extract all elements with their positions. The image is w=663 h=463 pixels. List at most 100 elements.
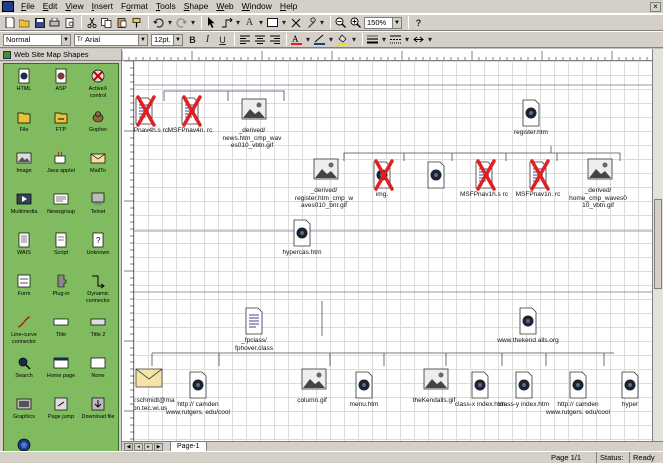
sitemap-node[interactable]: http:// camden www.rutgers. edu/cool <box>166 371 230 416</box>
italic-button[interactable]: I <box>201 33 214 46</box>
stencil-shape[interactable]: Line-curve connector <box>6 314 42 345</box>
rectangle-tool-icon[interactable] <box>266 16 279 29</box>
drawing-canvas[interactable]: MSFPnav4h.s rcMSFPnav4n. rc_derived/ new… <box>134 61 652 441</box>
chevron-down-icon[interactable]: ▼ <box>138 34 147 45</box>
open-folder-icon[interactable] <box>18 16 31 29</box>
redo-dropdown-icon[interactable]: ▾ <box>190 16 196 29</box>
rotation-dropdown-icon[interactable]: ▾ <box>319 16 325 29</box>
align-center-icon[interactable] <box>253 33 266 46</box>
redo-icon[interactable] <box>175 16 188 29</box>
sitemap-node[interactable]: MSFPnav4n. rc <box>158 95 222 135</box>
connector-tool-icon[interactable] <box>220 16 233 29</box>
stencil-shape[interactable]: Dynamic connector <box>80 273 116 304</box>
menu-help[interactable]: Help <box>276 0 301 13</box>
next-page-icon[interactable]: ▸ <box>144 443 153 451</box>
print-preview-icon[interactable] <box>63 16 76 29</box>
stencil-shape[interactable]: None <box>80 355 116 380</box>
sitemap-node[interactable]: www.thekend alls.org <box>496 307 560 345</box>
stencil-shape[interactable]: Title <box>43 314 79 339</box>
cut-icon[interactable] <box>85 16 98 29</box>
paste-icon[interactable] <box>115 16 128 29</box>
stencil-shape[interactable]: Home page <box>43 355 79 380</box>
text-tool-icon[interactable]: A <box>243 16 256 29</box>
sitemap-node[interactable]: register.htm <box>499 99 563 137</box>
stencil-shape[interactable]: ActiveX control <box>80 68 116 99</box>
pointer-tool-icon[interactable] <box>205 16 218 29</box>
stencil-shape[interactable]: Plug-in <box>43 273 79 298</box>
last-page-icon[interactable]: ▶ <box>154 443 163 451</box>
line-weight-dropdown-icon[interactable]: ▾ <box>381 33 387 46</box>
stencil-shape[interactable]: Graphics <box>6 396 42 421</box>
undo-dropdown-icon[interactable]: ▾ <box>167 16 173 29</box>
stencil-shape[interactable]: Search <box>6 355 42 380</box>
close-window-button[interactable]: × <box>650 2 661 12</box>
text-color-dropdown-icon[interactable]: ▾ <box>305 33 311 46</box>
underline-button[interactable]: U <box>216 33 229 46</box>
sitemap-node[interactable]: _derived/ news.htm_cmp_wav es010_vbtn.gi… <box>220 97 284 150</box>
format-painter-icon[interactable] <box>130 16 143 29</box>
horizontal-ruler[interactable] <box>122 49 652 61</box>
connection-point-tool-icon[interactable] <box>289 16 302 29</box>
align-right-icon[interactable] <box>268 33 281 46</box>
sitemap-node[interactable]: hypercas.htm <box>270 219 334 257</box>
stencil-shape[interactable]: Page jump <box>43 396 79 421</box>
text-color-icon[interactable]: A <box>290 33 303 46</box>
font-select[interactable]: Tr Arial ▼ <box>74 33 148 46</box>
menu-tools[interactable]: Tools <box>152 0 180 13</box>
first-page-icon[interactable]: ◀ <box>124 443 133 451</box>
scrollbar-thumb[interactable] <box>654 199 662 289</box>
stencil-shape[interactable]: Telnet <box>80 191 116 216</box>
menu-shape[interactable]: Shape <box>180 0 213 13</box>
sitemap-node[interactable]: hyper <box>598 371 652 409</box>
bold-button[interactable]: B <box>186 33 199 46</box>
line-pattern-icon[interactable] <box>389 33 402 46</box>
help-button[interactable]: ? <box>412 16 425 29</box>
line-color-icon[interactable] <box>313 33 326 46</box>
line-weight-icon[interactable] <box>366 33 379 46</box>
stencil-shape[interactable]: Form <box>6 273 42 298</box>
line-color-dropdown-icon[interactable]: ▾ <box>328 33 334 46</box>
menu-view[interactable]: View <box>61 0 87 13</box>
stencil-shape[interactable]: MailTo <box>80 150 116 175</box>
font-size-select[interactable]: 12pt. ▼ <box>151 33 183 46</box>
menu-web[interactable]: Web <box>212 0 237 13</box>
zoom-out-icon[interactable] <box>334 16 347 29</box>
vertical-scrollbar[interactable] <box>652 49 663 441</box>
sitemap-node[interactable]: _fpclass/ fphover.class <box>222 307 286 352</box>
fill-color-dropdown-icon[interactable]: ▾ <box>351 33 357 46</box>
drawing-dropdown-icon[interactable]: ▾ <box>281 16 287 29</box>
stencil-shape[interactable]: Newsgroup <box>43 191 79 216</box>
stencil-shape[interactable]: ? Unknown <box>80 232 116 257</box>
stencil-shape[interactable]: Download file <box>80 396 116 421</box>
menu-format[interactable]: Format <box>117 0 152 13</box>
sitemap-node[interactable]: _derived/ register.htm_cmp_w aves010_bnr… <box>292 157 356 210</box>
connector-dropdown-icon[interactable]: ▾ <box>235 16 241 29</box>
line-ends-icon[interactable] <box>412 33 425 46</box>
stencil-shape[interactable]: FTP <box>43 109 79 134</box>
stencil-shape[interactable]: Gopher <box>80 109 116 134</box>
visio-app-icon[interactable] <box>2 1 14 12</box>
sitemap-node[interactable]: MSFPnav1n. rc <box>506 159 570 199</box>
vertical-ruler[interactable] <box>122 60 134 441</box>
stencil-title-bar[interactable]: Web Site Map Shapes <box>0 49 121 61</box>
fill-color-icon[interactable] <box>336 33 349 46</box>
stencil-shape[interactable]: WAIS <box>6 232 42 257</box>
chevron-down-icon[interactable]: ▼ <box>61 34 70 45</box>
stamp-tool-icon[interactable] <box>304 16 317 29</box>
stencil-shape[interactable]: File <box>6 109 42 134</box>
stencil-shape[interactable]: HTML <box>6 68 42 93</box>
style-select[interactable]: Normal ▼ <box>3 33 71 46</box>
menu-insert[interactable]: Insert <box>88 0 117 13</box>
prev-page-icon[interactable]: ◂ <box>134 443 143 451</box>
new-file-icon[interactable] <box>3 16 16 29</box>
chevron-down-icon[interactable]: ▼ <box>392 17 401 28</box>
stencil-shape[interactable]: Script <box>43 232 79 257</box>
zoom-select[interactable]: 150% ▼ <box>364 16 402 29</box>
save-icon[interactable] <box>33 16 46 29</box>
stencil-shape[interactable]: Multimedia <box>6 191 42 216</box>
stencil-shape[interactable]: Image <box>6 150 42 175</box>
undo-icon[interactable] <box>152 16 165 29</box>
line-pattern-dropdown-icon[interactable]: ▾ <box>404 33 410 46</box>
print-icon[interactable] <box>48 16 61 29</box>
text-dropdown-icon[interactable]: ▾ <box>258 16 264 29</box>
